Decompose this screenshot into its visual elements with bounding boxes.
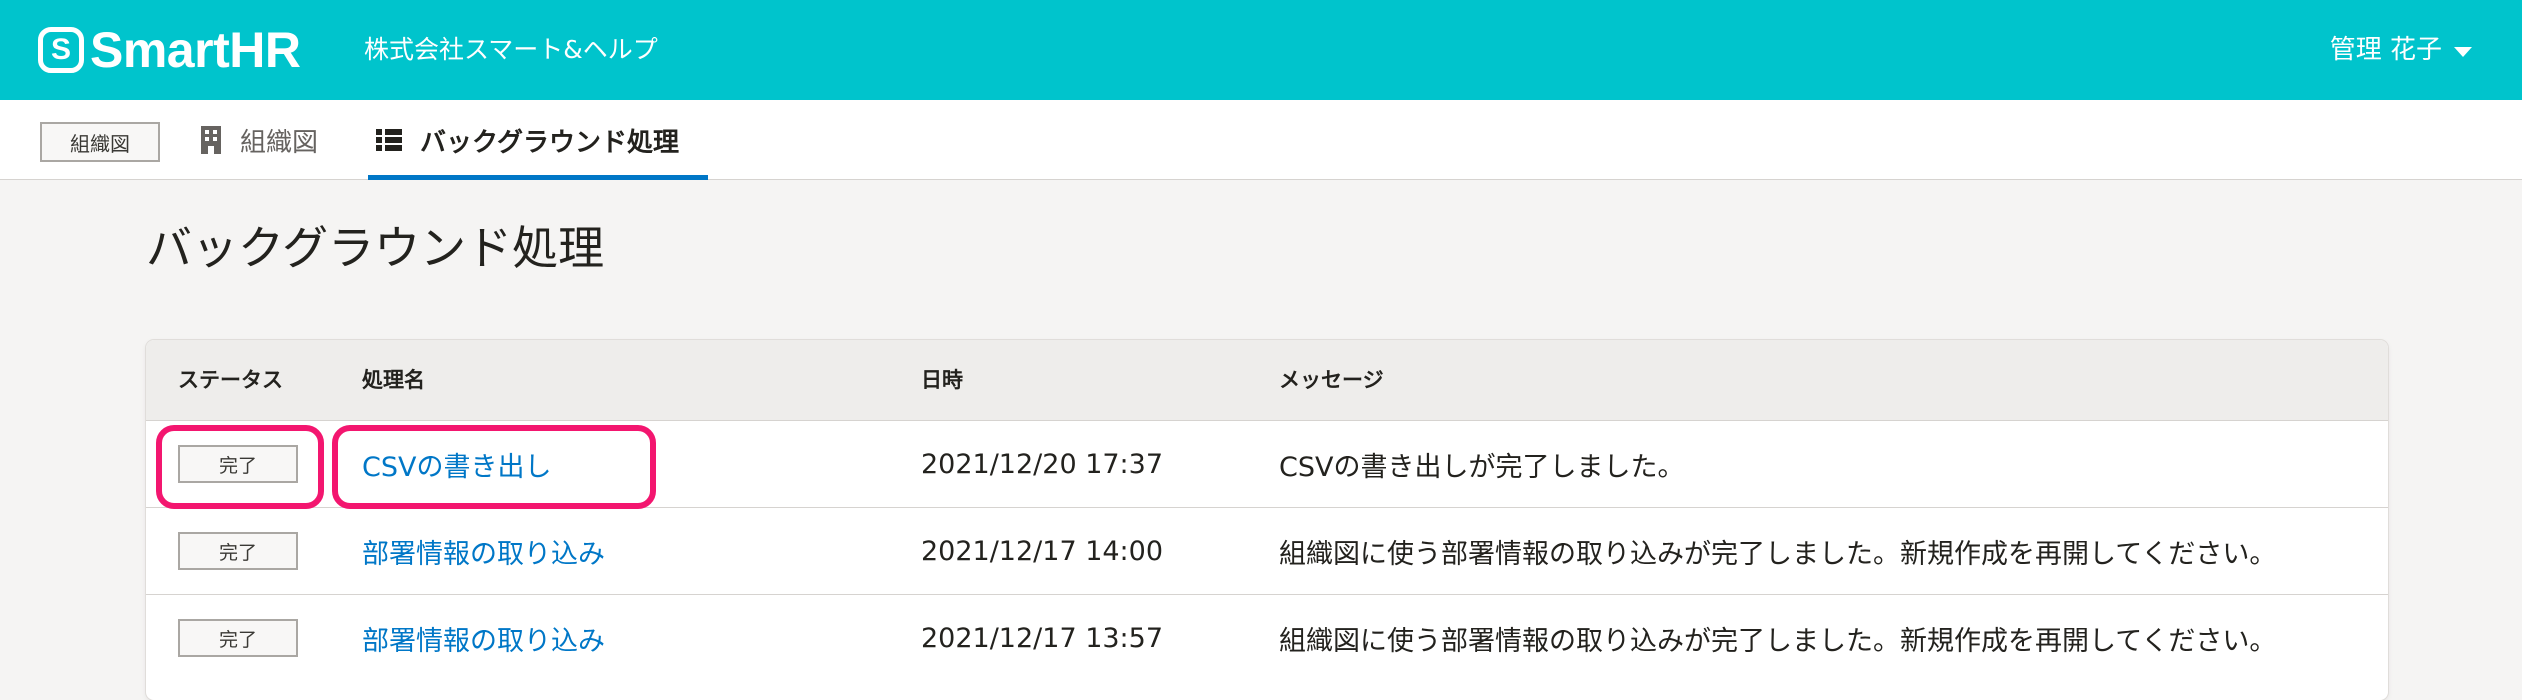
table-row: 完了 CSVの書き出し 2021/12/20 17:37 CSVの書き出しが完了… [146, 420, 2388, 507]
job-name-link[interactable]: 部署情報の取り込み [362, 532, 605, 571]
logo-mark: S [38, 27, 84, 73]
job-date: 2021/12/17 14:00 [921, 535, 1164, 567]
app-subnav: 組織図 組織図 バックグラウンド処理 [0, 100, 2522, 180]
table-row: 完了 部署情報の取り込み 2021/12/17 13:57 組織図に使う部署情報… [146, 594, 2388, 681]
tab-org-chart-label: 組織図 [240, 127, 319, 158]
building-icon [200, 126, 222, 154]
status-badge: 完了 [178, 619, 298, 657]
company-name: 株式会社スマート&ヘルプ [364, 35, 658, 64]
job-name-link[interactable]: CSVの書き出し [362, 445, 551, 484]
status-badge: 完了 [178, 445, 298, 483]
jobs-table: ステータス 処理名 日時 メッセージ 完了 CSVの書き出し 2021/12/2… [146, 340, 2388, 700]
job-date: 2021/12/20 17:37 [921, 448, 1164, 480]
caret-down-icon [2454, 47, 2472, 57]
smarthr-logo[interactable]: S SmartHR [38, 22, 301, 78]
status-badge: 完了 [178, 532, 298, 570]
global-header: S SmartHR 株式会社スマート&ヘルプ 管理 花子 [0, 0, 2522, 100]
column-header-message: メッセージ [1279, 368, 1384, 392]
user-menu[interactable]: 管理 花子 [2330, 32, 2472, 68]
user-name: 管理 花子 [2329, 35, 2442, 65]
job-name-link[interactable]: 部署情報の取り込み [362, 619, 605, 658]
org-chart-tag[interactable]: 組織図 [40, 122, 160, 162]
job-message: 組織図に使う部署情報の取り込みが完了しました。新規作成を再開してください。 [1279, 538, 2277, 570]
page-title: バックグラウンド処理 [146, 221, 605, 275]
list-icon [376, 129, 402, 151]
logo-text: SmartHR [90, 22, 301, 78]
tab-org-chart[interactable]: 組織図 [200, 100, 318, 180]
job-date: 2021/12/17 13:57 [921, 622, 1164, 654]
table-header: ステータス 処理名 日時 メッセージ [146, 340, 2388, 420]
tab-background-jobs[interactable]: バックグラウンド処理 [368, 100, 708, 180]
column-header-date: 日時 [921, 368, 963, 392]
table-row: 完了 部署情報の取り込み 2021/12/17 14:00 組織図に使う部署情報… [146, 507, 2388, 594]
column-header-name: 処理名 [362, 368, 425, 392]
column-header-status: ステータス [178, 368, 283, 392]
tab-background-jobs-label: バックグラウンド処理 [420, 127, 679, 158]
job-message: CSVの書き出しが完了しました。 [1279, 451, 1685, 483]
job-message: 組織図に使う部署情報の取り込みが完了しました。新規作成を再開してください。 [1279, 625, 2277, 657]
